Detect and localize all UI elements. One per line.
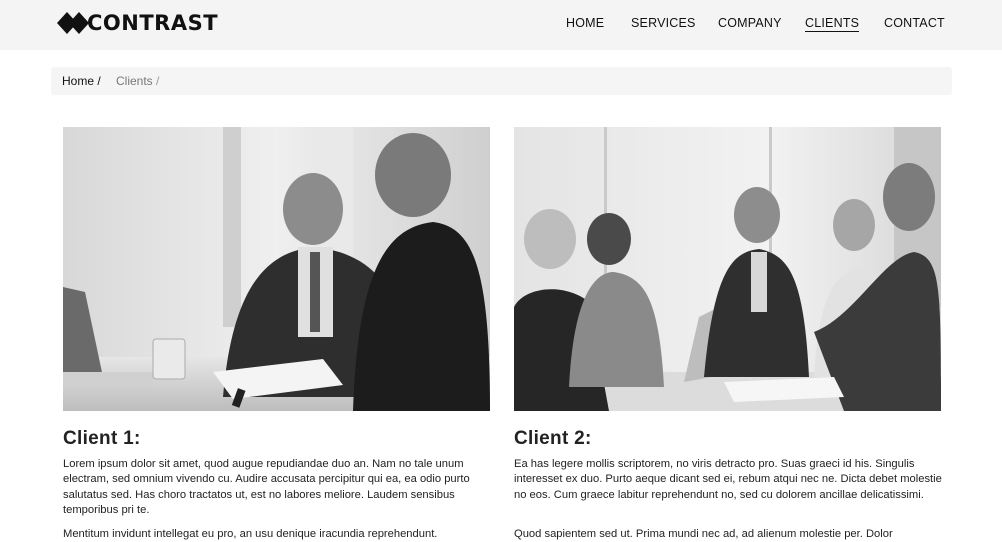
main-nav: HOME SERVICES COMPANY CLIENTS CONTACT	[0, 16, 1002, 36]
breadcrumb: Home / / Clients	[51, 67, 952, 95]
nav-services[interactable]: SERVICES	[631, 16, 696, 30]
client-2-photo	[514, 127, 941, 411]
client-1-photo	[63, 127, 490, 411]
client-2-description: Ea has legere mollis scriptorem, no viri…	[514, 458, 942, 501]
nav-company[interactable]: COMPANY	[718, 16, 782, 30]
client-1-title: Client 1:	[63, 428, 141, 449]
client-2-description-2: Quod sapientem sed ut. Prima mundi nec a…	[514, 528, 893, 540]
breadcrumb-home[interactable]: Home /	[62, 67, 101, 95]
top-navbar: CONTRAST HOME SERVICES COMPANY CLIENTS C…	[0, 0, 1002, 50]
client-1-description: Lorem ipsum dolor sit amet, quod augue r…	[63, 458, 470, 517]
breadcrumb-separator: /	[156, 74, 160, 88]
client-2-title: Client 2:	[514, 428, 592, 449]
nav-home[interactable]: HOME	[566, 16, 604, 30]
nav-contact[interactable]: CONTACT	[884, 16, 945, 30]
client-1-description-2: Mentitum invidunt intellegat eu pro, an …	[63, 528, 438, 540]
nav-clients[interactable]: CLIENTS	[805, 16, 860, 32]
breadcrumb-current: Clients	[116, 74, 153, 88]
